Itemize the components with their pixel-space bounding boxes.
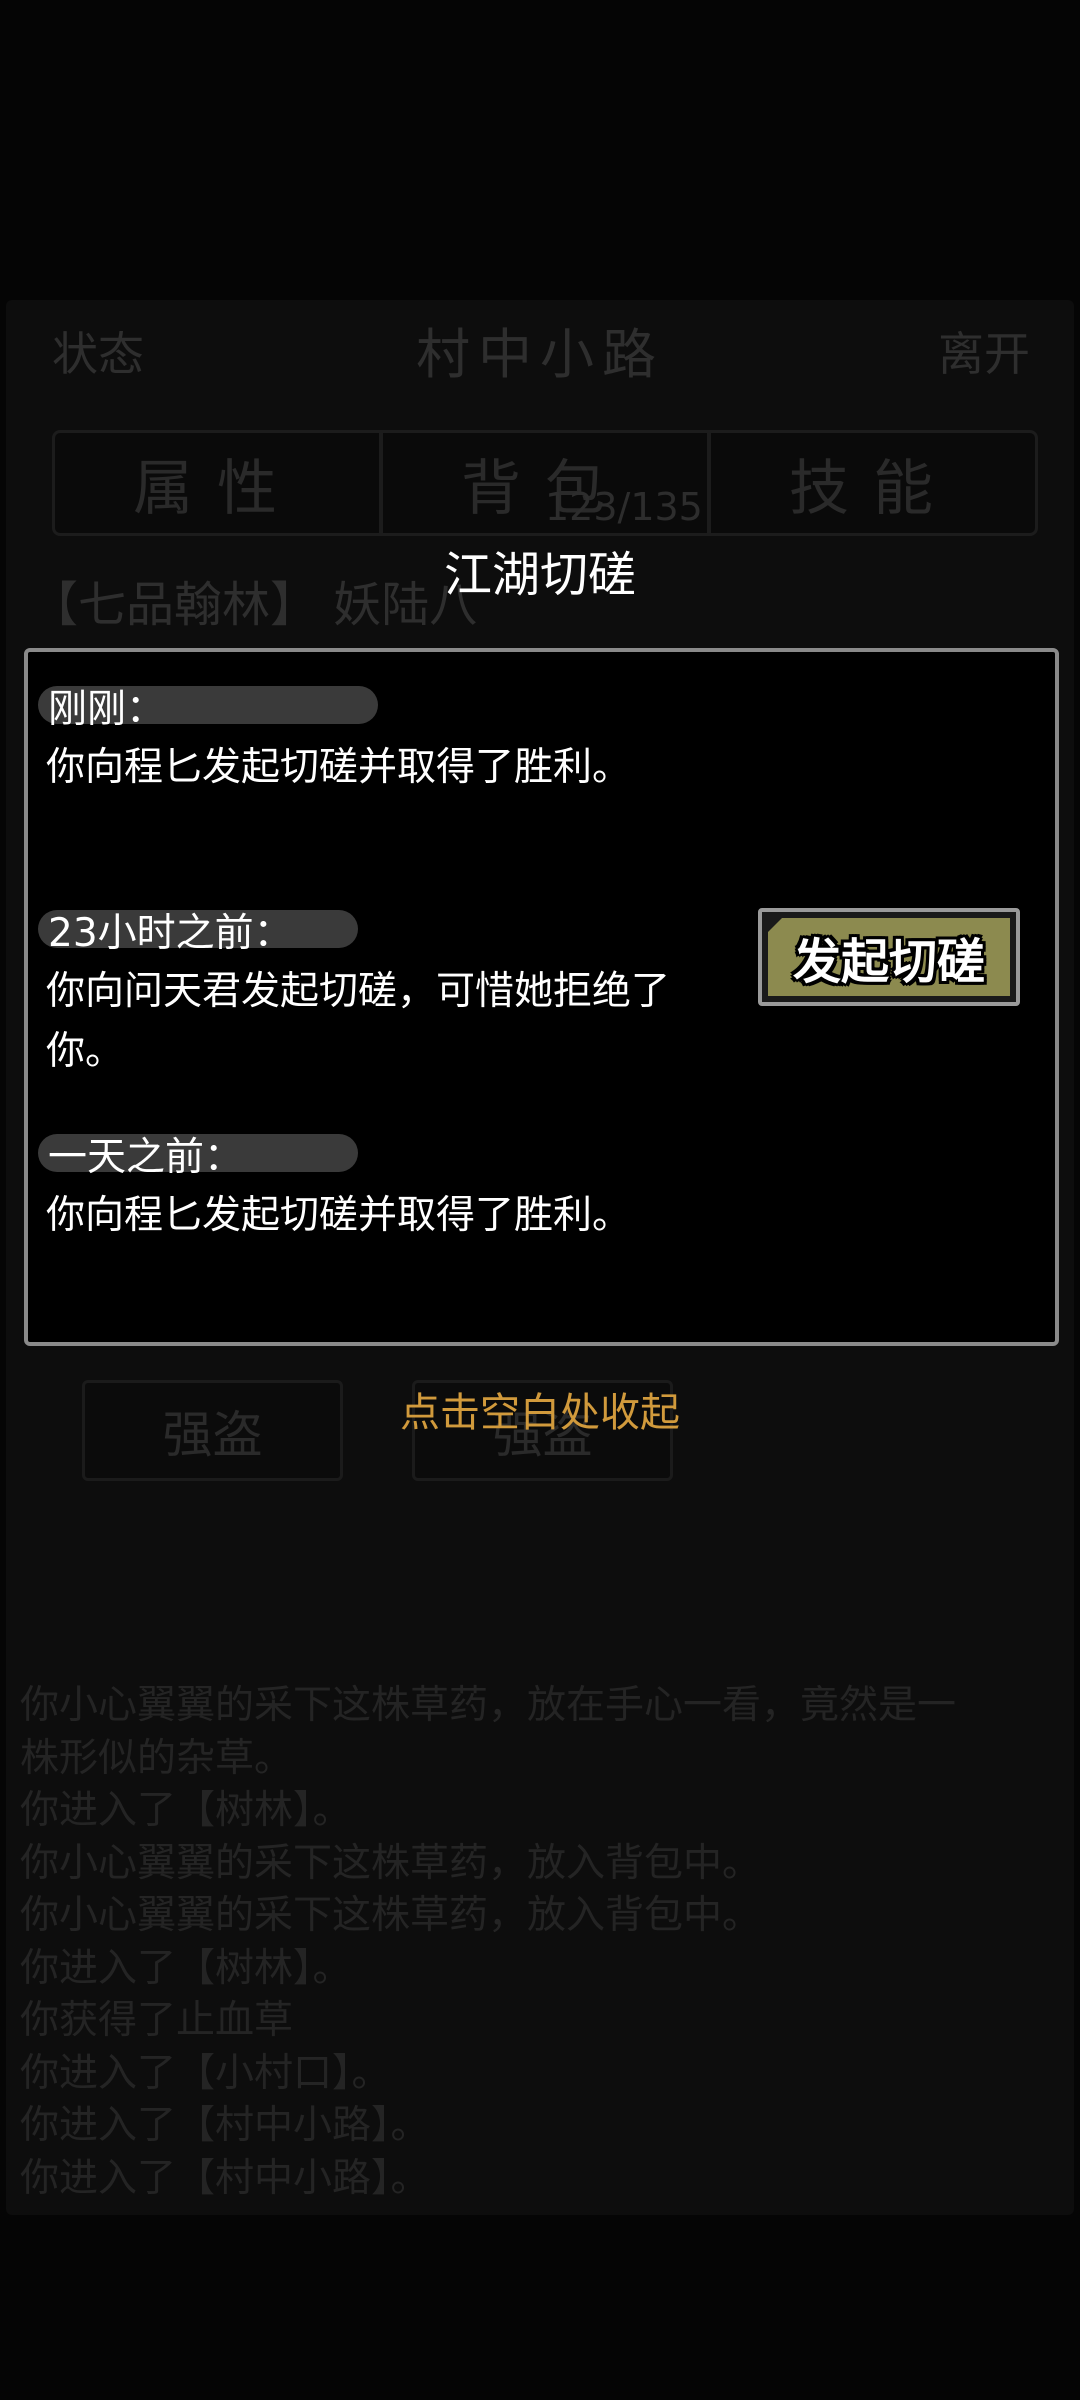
entry-text: 你向程匕发起切磋并取得了胜利。	[46, 1193, 632, 1238]
log-line: 株形似的杂草。	[20, 1735, 294, 1781]
tab-skills: 技能	[789, 453, 957, 524]
log-line: 你进入了【村中小路】。	[20, 2155, 430, 2201]
start-spar-label: 发起切磋	[792, 934, 985, 990]
entry-text: 你向程匕发起切磋并取得了胜利。	[46, 745, 632, 790]
message-log: 你小心翼翼的采下这株草药，放在手心一看，竟然是一 株形似的杂草。 你进入了【树林…	[20, 1680, 1060, 2205]
spar-history-dialog: 刚刚： 你向程匕发起切磋并取得了胜利。 23小时之前： 你向问天君发起切磋，可惜…	[24, 648, 1059, 1346]
log-line: 你进入了【村中小路】。	[20, 2103, 430, 2148]
tap-to-dismiss-hint[interactable]: 点击空白处收起	[0, 1380, 1080, 1438]
log-line: 你获得了止血草	[20, 1998, 294, 2043]
location-title: 村中小路	[416, 323, 664, 386]
entry-time: 23小时之前：	[48, 911, 293, 956]
start-spar-button[interactable]: 发起切磋	[758, 908, 1020, 1006]
entry-time-badge: 23小时之前：	[38, 910, 358, 956]
entry-text: 你向问天君发起切磋，可惜她拒绝了你。	[46, 969, 671, 1074]
inventory-count: 123/135	[545, 485, 703, 529]
log-line: 你进入了【树林】。	[20, 1788, 352, 1833]
leave-button: 离开	[938, 327, 1030, 381]
log-line: 你小心翼翼的采下这株草药，放入背包中。	[20, 1893, 762, 1938]
entry-time-badge: 刚刚：	[38, 686, 378, 732]
dialog-title: 江湖切磋	[443, 547, 636, 603]
entry-time: 一天之前：	[48, 1135, 244, 1180]
log-line: 你小心翼翼的采下这株草药，放在手心一看，竟然是一	[20, 1683, 957, 1728]
entry-time: 刚刚：	[48, 687, 166, 732]
log-line: 你小心翼翼的采下这株草药，放入背包中。	[20, 1840, 762, 1886]
entry-time-badge: 一天之前：	[38, 1134, 358, 1180]
tab-attributes: 属性	[55, 433, 383, 533]
log-line: 你进入了【树林】。	[20, 1945, 352, 1991]
log-line: 你进入了【小村口】。	[20, 2050, 391, 2096]
